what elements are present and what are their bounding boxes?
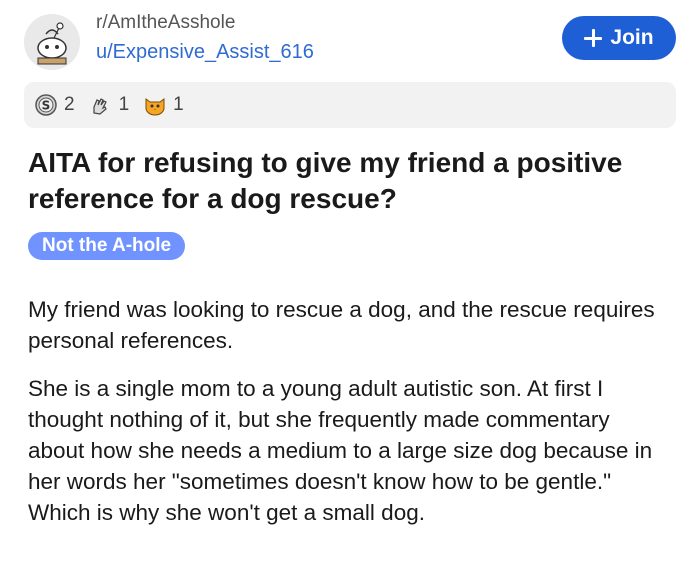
award-silver[interactable]: S 2 xyxy=(34,93,75,117)
subreddit-name[interactable]: r/AmItheAsshole xyxy=(96,12,235,34)
snoo-judge-icon xyxy=(24,14,80,70)
join-button[interactable]: Join xyxy=(562,16,676,60)
awards-strip[interactable]: S 2 1 1 xyxy=(24,82,676,128)
subreddit-avatar[interactable] xyxy=(24,14,80,70)
award-count: 2 xyxy=(64,94,75,115)
post-flair[interactable]: Not the A-hole xyxy=(28,232,186,260)
award-cat[interactable]: 1 xyxy=(143,93,184,117)
join-label: Join xyxy=(610,26,654,49)
post-header: r/AmItheAsshole u/Expensive_Assist_616 J… xyxy=(24,10,676,74)
post-body-paragraph: She is a single mom to a young adult aut… xyxy=(28,376,653,525)
award-count: 1 xyxy=(118,94,130,115)
cat-award-icon xyxy=(145,98,165,116)
hand-award-icon xyxy=(92,98,107,115)
award-count: 1 xyxy=(173,94,184,115)
svg-text:S: S xyxy=(42,99,51,113)
award-hand[interactable]: 1 xyxy=(89,93,130,117)
post-body-paragraph: My friend was looking to rescue a dog, a… xyxy=(28,297,655,353)
plus-icon xyxy=(584,29,603,47)
post-title[interactable]: AITA for refusing to give my friend a po… xyxy=(28,145,668,217)
author-link[interactable]: u/Expensive_Assist_616 xyxy=(96,41,314,64)
silver-award-icon: S xyxy=(35,94,57,116)
